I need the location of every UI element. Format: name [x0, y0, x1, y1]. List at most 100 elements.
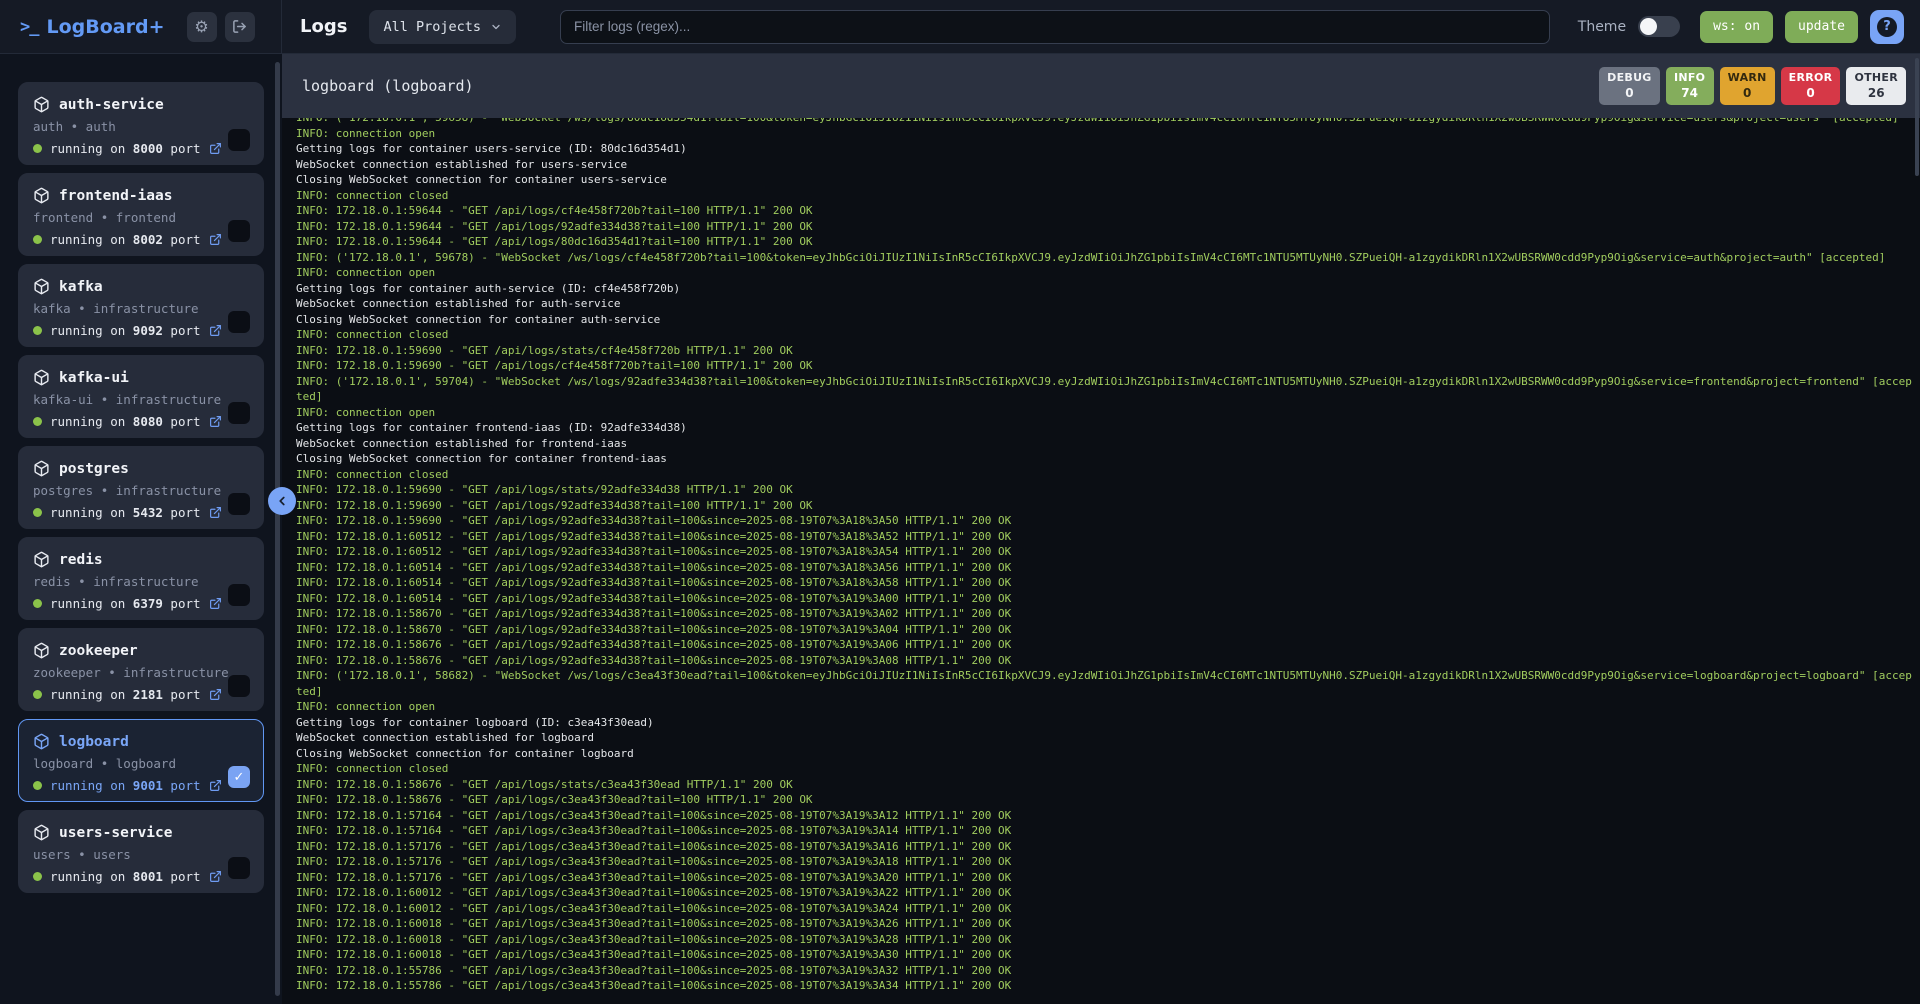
log-line: INFO: 172.18.0.1:60018 - "GET /api/logs/…	[296, 932, 1912, 948]
badge-error[interactable]: ERROR0	[1781, 67, 1841, 105]
service-card-redis[interactable]: redisredis • infrastructurerunning on 63…	[18, 537, 264, 620]
log-line: INFO: connection open	[296, 699, 1912, 715]
external-link-icon[interactable]	[209, 779, 222, 792]
log-line: INFO: 172.18.0.1:58670 - "GET /api/logs/…	[296, 606, 1912, 622]
log-line: WebSocket connection established for log…	[296, 730, 1912, 746]
log-line: INFO: 172.18.0.1:58670 - "GET /api/logs/…	[296, 622, 1912, 638]
service-status-text: running on 2181 port	[50, 687, 201, 702]
container-cube-icon	[33, 460, 50, 477]
log-line: INFO: 172.18.0.1:57176 - "GET /api/logs/…	[296, 839, 1912, 855]
container-cube-icon	[33, 187, 50, 204]
log-line: INFO: connection closed	[296, 467, 1912, 483]
external-link-icon[interactable]	[209, 688, 222, 701]
service-card-logboard[interactable]: logboardlogboard • logboardrunning on 90…	[18, 719, 264, 802]
badge-label: OTHER	[1854, 71, 1898, 84]
service-subtitle: kafka • infrastructure	[33, 301, 249, 316]
sidebar-collapse-button[interactable]	[268, 487, 296, 515]
terminal-prompt-icon: >_	[20, 17, 38, 37]
log-line: INFO: 172.18.0.1:59690 - "GET /api/logs/…	[296, 482, 1912, 498]
badge-count: 74	[1674, 86, 1706, 100]
external-link-icon[interactable]	[209, 415, 222, 428]
external-link-icon[interactable]	[209, 870, 222, 883]
container-cube-icon	[33, 96, 50, 113]
logout-button[interactable]	[225, 12, 255, 42]
chevron-left-icon	[275, 494, 289, 508]
external-link-icon[interactable]	[209, 233, 222, 246]
log-line: INFO: connection closed	[296, 761, 1912, 777]
log-line: INFO: 172.18.0.1:58676 - "GET /api/logs/…	[296, 637, 1912, 653]
service-name: redis	[59, 552, 103, 568]
container-cube-icon	[33, 551, 50, 568]
app-brand: >_ LogBoard+	[20, 16, 165, 38]
service-card-kafka-ui[interactable]: kafka-ui kafka-ui • infrastructure running…	[18, 355, 264, 438]
badge-debug[interactable]: DEBUG0	[1599, 67, 1660, 105]
log-line: INFO: connection closed	[296, 327, 1912, 343]
sidebar-scrollbar[interactable]	[275, 62, 280, 996]
log-panel-header: logboard (logboard) DEBUG0INFO74WARN0ERR…	[282, 54, 1920, 118]
service-name: kafka-ui	[59, 370, 129, 386]
service-card-zookeeper[interactable]: zookeeperzookeeper • infrastructurerunni…	[18, 628, 264, 711]
running-status-dot	[33, 235, 42, 244]
external-link-icon[interactable]	[209, 597, 222, 610]
header-main: Logs All Projects Theme ws: on update ?	[282, 0, 1920, 53]
service-status: running on 6379 port	[33, 596, 249, 611]
log-line: Getting logs for container users-service…	[296, 141, 1912, 157]
help-button[interactable]: ?	[1870, 10, 1904, 44]
service-checkbox[interactable]	[228, 584, 250, 606]
log-line: INFO: 172.18.0.1:59690 - "GET /api/logs/…	[296, 343, 1912, 359]
log-panel-title: logboard (logboard)	[302, 77, 474, 95]
page-title: Logs	[300, 16, 347, 37]
service-card-frontend-iaas[interactable]: frontend-iaasfrontend • frontendrunning …	[18, 173, 264, 256]
service-checkbox[interactable]	[228, 857, 250, 879]
external-link-icon[interactable]	[209, 142, 222, 155]
log-line: INFO: 172.18.0.1:58676 - "GET /api/logs/…	[296, 653, 1912, 669]
websocket-status-badge[interactable]: ws: on	[1700, 11, 1773, 43]
running-status-dot	[33, 599, 42, 608]
theme-label: Theme	[1578, 19, 1626, 35]
badge-warn[interactable]: WARN0	[1720, 67, 1775, 105]
services-sidebar: auth-serviceauth • authrunning on 8000 p…	[0, 54, 282, 1004]
log-line: INFO: 172.18.0.1:57176 - "GET /api/logs/…	[296, 870, 1912, 886]
log-line: INFO: 172.18.0.1:60018 - "GET /api/logs/…	[296, 947, 1912, 963]
service-checkbox[interactable]: ✓	[228, 766, 250, 788]
service-card-users-service[interactable]: users-serviceusers • usersrunning on 800…	[18, 810, 264, 893]
log-line: INFO: 172.18.0.1:59690 - "GET /api/logs/…	[296, 498, 1912, 514]
service-checkbox[interactable]	[228, 311, 250, 333]
app-title: LogBoard+	[46, 16, 164, 38]
settings-button[interactable]: ⚙	[187, 12, 217, 42]
top-bar: >_ LogBoard+ ⚙ Logs All Projects Theme w…	[0, 0, 1920, 54]
log-line: INFO: ('172.18.0.1', 58682) - "WebSocket…	[296, 668, 1912, 699]
service-card-kafka[interactable]: kafkakafka • infrastructurerunning on 90…	[18, 264, 264, 347]
badge-other[interactable]: OTHER26	[1846, 67, 1906, 105]
update-button[interactable]: update	[1785, 11, 1858, 43]
badge-count: 0	[1607, 86, 1652, 100]
log-line: INFO: 172.18.0.1:60012 - "GET /api/logs/…	[296, 901, 1912, 917]
header-right-controls: Theme ws: on update ?	[1578, 10, 1904, 44]
service-checkbox[interactable]	[228, 220, 250, 242]
log-output-area[interactable]: INFO: ('172.18.0.1', 59658) - "WebSocket…	[282, 118, 1920, 1004]
app-body: auth-serviceauth • authrunning on 8000 p…	[0, 54, 1920, 1004]
service-name: users-service	[59, 825, 173, 841]
service-checkbox[interactable]	[228, 493, 250, 515]
service-checkbox[interactable]	[228, 675, 250, 697]
service-status: running on 8080 port	[33, 414, 249, 429]
log-line: INFO: 172.18.0.1:59690 - "GET /api/logs/…	[296, 513, 1912, 529]
log-line: INFO: 172.18.0.1:57176 - "GET /api/logs/…	[296, 854, 1912, 870]
log-scrollbar[interactable]	[1915, 58, 1919, 176]
service-card-postgres[interactable]: postgrespostgres • infrastructurerunning…	[18, 446, 264, 529]
badge-info[interactable]: INFO74	[1666, 67, 1714, 105]
service-checkbox[interactable]	[228, 129, 250, 151]
service-subtitle: kafka-ui • infrastructure	[33, 392, 249, 407]
service-checkbox[interactable]	[228, 402, 250, 424]
external-link-icon[interactable]	[209, 506, 222, 519]
service-name: frontend-iaas	[59, 188, 173, 204]
project-selector-dropdown[interactable]: All Projects	[369, 10, 516, 44]
log-filter-input[interactable]	[560, 10, 1550, 44]
theme-toggle[interactable]	[1638, 16, 1680, 37]
service-card-auth-service[interactable]: auth-serviceauth • authrunning on 8000 p…	[18, 82, 264, 165]
log-line: INFO: connection open	[296, 405, 1912, 421]
service-status: running on 9001 port	[33, 778, 249, 793]
service-status-text: running on 8002 port	[50, 232, 201, 247]
log-line: INFO: 172.18.0.1:59644 - "GET /api/logs/…	[296, 234, 1912, 250]
external-link-icon[interactable]	[209, 324, 222, 337]
